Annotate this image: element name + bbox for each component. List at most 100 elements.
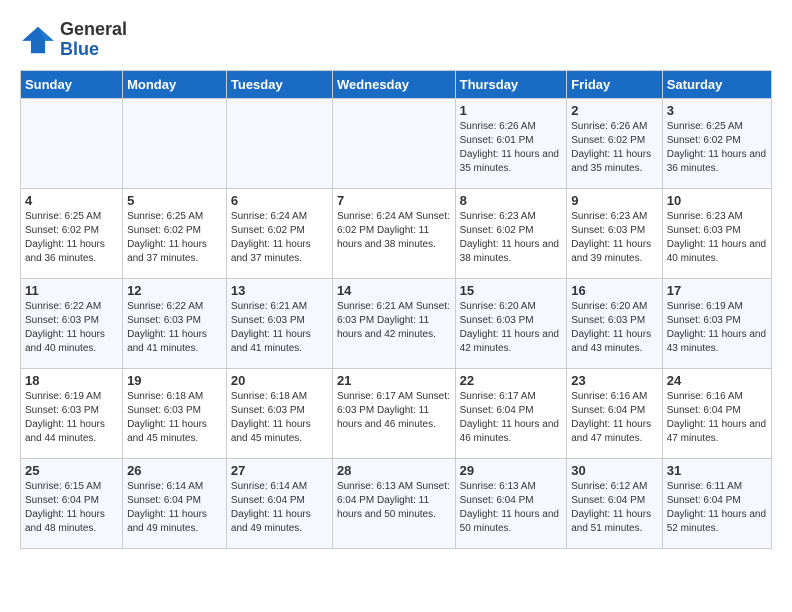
calendar-header-tuesday: Tuesday [226,70,332,98]
calendar-cell: 19 Sunrise: 6:18 AM Sunset: 6:03 PM Dayli… [123,368,227,458]
day-info: Sunrise: 6:17 AM Sunset: 6:04 PM Dayligh… [460,390,563,446]
calendar-header-row: SundayMondayTuesdayWednesdayThursdayFrid… [21,70,772,98]
calendar-cell: 11 Sunrise: 6:22 AM Sunset: 6:03 PM Dayli… [21,278,123,368]
day-number: 28 [337,463,451,478]
calendar-cell: 22 Sunrise: 6:17 AM Sunset: 6:04 PM Dayli… [455,368,567,458]
day-info: Sunrise: 6:19 AM Sunset: 6:03 PM Dayligh… [25,390,118,446]
day-number: 1 [460,103,563,118]
day-number: 16 [571,283,658,298]
logo-text-general: General [60,20,127,40]
day-number: 4 [25,193,118,208]
day-number: 17 [667,283,767,298]
day-number: 29 [460,463,563,478]
day-info: Sunrise: 6:20 AM Sunset: 6:03 PM Dayligh… [460,300,563,356]
calendar-table: SundayMondayTuesdayWednesdayThursdayFrid… [20,70,772,549]
day-number: 5 [127,193,222,208]
day-info: Sunrise: 6:13 AM Sunset: 6:04 PM Dayligh… [337,480,451,522]
day-number: 21 [337,373,451,388]
day-info: Sunrise: 6:15 AM Sunset: 6:04 PM Dayligh… [25,480,118,536]
logo-icon [20,25,56,55]
day-info: Sunrise: 6:23 AM Sunset: 6:03 PM Dayligh… [667,210,767,266]
calendar-header-thursday: Thursday [455,70,567,98]
calendar-header-sunday: Sunday [21,70,123,98]
day-info: Sunrise: 6:16 AM Sunset: 6:04 PM Dayligh… [571,390,658,446]
calendar-cell [123,98,227,188]
calendar-week-row: 18Sunrise: 6:19 AM Sunset: 6:03 PM Dayli… [21,368,772,458]
calendar-cell: 1 Sunrise: 6:26 AM Sunset: 6:01 PM Daylig… [455,98,567,188]
day-number: 31 [667,463,767,478]
calendar-cell: 3Sunrise: 6:25 AM Sunset: 6:02 PM Daylig… [662,98,771,188]
calendar-week-row: 25 Sunrise: 6:15 AM Sunset: 6:04 PM Dayli… [21,458,772,548]
day-number: 14 [337,283,451,298]
day-info: Sunrise: 6:22 AM Sunset: 6:03 PM Dayligh… [25,300,118,356]
day-info: Sunrise: 6:26 AM Sunset: 6:02 PM Dayligh… [571,120,658,176]
day-info: Sunrise: 6:21 AM Sunset: 6:03 PM Dayligh… [231,300,328,356]
calendar-cell: 17 Sunrise: 6:19 AM Sunset: 6:03 PM Dayli… [662,278,771,368]
calendar-cell: 16 Sunrise: 6:20 AM Sunset: 6:03 PM Dayli… [567,278,663,368]
day-info: Sunrise: 6:16 AM Sunset: 6:04 PM Dayligh… [667,390,767,446]
calendar-cell: 7 Sunrise: 6:24 AM Sunset: 6:02 PM Daylig… [332,188,455,278]
day-number: 15 [460,283,563,298]
calendar-header-monday: Monday [123,70,227,98]
calendar-cell: 18Sunrise: 6:19 AM Sunset: 6:03 PM Dayli… [21,368,123,458]
day-number: 30 [571,463,658,478]
day-info: Sunrise: 6:24 AM Sunset: 6:02 PM Dayligh… [337,210,451,252]
day-info: Sunrise: 6:23 AM Sunset: 6:03 PM Dayligh… [571,210,658,266]
calendar-cell: 8 Sunrise: 6:23 AM Sunset: 6:02 PM Daylig… [455,188,567,278]
day-info: Sunrise: 6:18 AM Sunset: 6:03 PM Dayligh… [231,390,328,446]
calendar-cell [332,98,455,188]
day-number: 27 [231,463,328,478]
calendar-cell: 15 Sunrise: 6:20 AM Sunset: 6:03 PM Dayli… [455,278,567,368]
day-info: Sunrise: 6:20 AM Sunset: 6:03 PM Dayligh… [571,300,658,356]
day-number: 3 [667,103,767,118]
day-number: 19 [127,373,222,388]
calendar-cell: 14 Sunrise: 6:21 AM Sunset: 6:03 PM Dayli… [332,278,455,368]
day-info: Sunrise: 6:14 AM Sunset: 6:04 PM Dayligh… [127,480,222,536]
calendar-cell: 21 Sunrise: 6:17 AM Sunset: 6:03 PM Dayli… [332,368,455,458]
calendar-cell: 6Sunrise: 6:24 AM Sunset: 6:02 PM Daylig… [226,188,332,278]
calendar-cell: 10 Sunrise: 6:23 AM Sunset: 6:03 PM Dayli… [662,188,771,278]
logo: General Blue [20,20,127,60]
day-number: 11 [25,283,118,298]
calendar-cell [21,98,123,188]
calendar-cell: 27 Sunrise: 6:14 AM Sunset: 6:04 PM Dayli… [226,458,332,548]
calendar-week-row: 1 Sunrise: 6:26 AM Sunset: 6:01 PM Daylig… [21,98,772,188]
day-info: Sunrise: 6:13 AM Sunset: 6:04 PM Dayligh… [460,480,563,536]
calendar-cell: 25 Sunrise: 6:15 AM Sunset: 6:04 PM Dayli… [21,458,123,548]
day-number: 8 [460,193,563,208]
day-info: Sunrise: 6:23 AM Sunset: 6:02 PM Dayligh… [460,210,563,266]
calendar-week-row: 4 Sunrise: 6:25 AM Sunset: 6:02 PM Daylig… [21,188,772,278]
day-number: 10 [667,193,767,208]
day-number: 13 [231,283,328,298]
logo-text-blue: Blue [60,40,127,60]
day-info: Sunrise: 6:12 AM Sunset: 6:04 PM Dayligh… [571,480,658,536]
calendar-cell [226,98,332,188]
calendar-cell: 4 Sunrise: 6:25 AM Sunset: 6:02 PM Daylig… [21,188,123,278]
calendar-cell: 24Sunrise: 6:16 AM Sunset: 6:04 PM Dayli… [662,368,771,458]
day-info: Sunrise: 6:14 AM Sunset: 6:04 PM Dayligh… [231,480,328,536]
day-number: 7 [337,193,451,208]
day-number: 2 [571,103,658,118]
calendar-cell: 2 Sunrise: 6:26 AM Sunset: 6:02 PM Daylig… [567,98,663,188]
day-number: 26 [127,463,222,478]
day-number: 22 [460,373,563,388]
day-number: 12 [127,283,222,298]
day-info: Sunrise: 6:18 AM Sunset: 6:03 PM Dayligh… [127,390,222,446]
day-number: 9 [571,193,658,208]
day-info: Sunrise: 6:25 AM Sunset: 6:02 PM Dayligh… [127,210,222,266]
day-info: Sunrise: 6:17 AM Sunset: 6:03 PM Dayligh… [337,390,451,432]
page-header: General Blue [20,20,772,60]
calendar-cell: 5 Sunrise: 6:25 AM Sunset: 6:02 PM Daylig… [123,188,227,278]
day-info: Sunrise: 6:19 AM Sunset: 6:03 PM Dayligh… [667,300,767,356]
calendar-header-wednesday: Wednesday [332,70,455,98]
day-info: Sunrise: 6:21 AM Sunset: 6:03 PM Dayligh… [337,300,451,342]
day-number: 25 [25,463,118,478]
day-number: 6 [231,193,328,208]
day-number: 23 [571,373,658,388]
day-info: Sunrise: 6:26 AM Sunset: 6:01 PM Dayligh… [460,120,563,176]
calendar-cell: 29 Sunrise: 6:13 AM Sunset: 6:04 PM Dayli… [455,458,567,548]
calendar-cell: 9 Sunrise: 6:23 AM Sunset: 6:03 PM Daylig… [567,188,663,278]
day-info: Sunrise: 6:25 AM Sunset: 6:02 PM Dayligh… [25,210,118,266]
calendar-cell: 31Sunrise: 6:11 AM Sunset: 6:04 PM Dayli… [662,458,771,548]
calendar-cell: 13 Sunrise: 6:21 AM Sunset: 6:03 PM Dayli… [226,278,332,368]
